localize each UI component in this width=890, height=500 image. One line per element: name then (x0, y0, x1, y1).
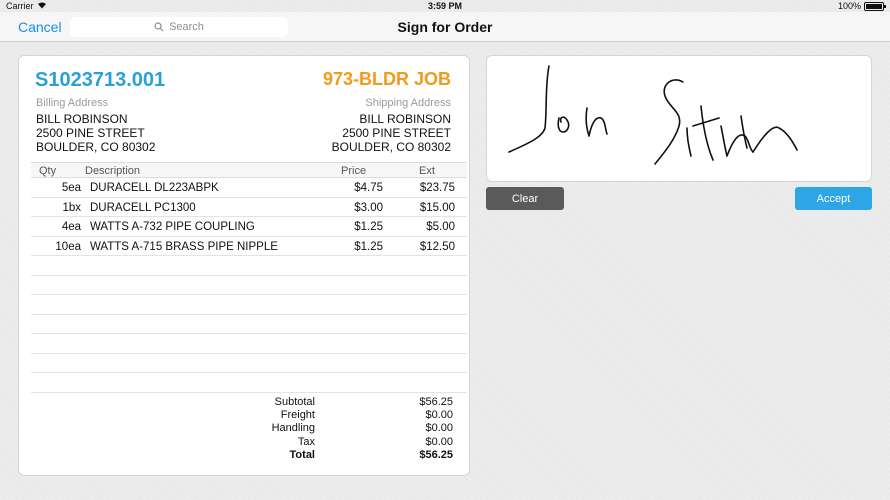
table-row-empty (31, 276, 467, 295)
table-row-empty (31, 295, 467, 315)
billing-name: BILL ROBINSON (36, 112, 128, 126)
billing-address: BILL ROBINSON 2500 PINE STREET BOULDER, … (36, 112, 155, 154)
accept-signature-button[interactable]: Accept (795, 187, 872, 210)
grand-total-line: Total $56.25 (19, 448, 469, 462)
shipping-city: BOULDER, CO 80302 (331, 140, 451, 154)
item-description: DURACELL DL223ABPK (90, 182, 219, 194)
freight-line: Freight $0.00 (19, 409, 469, 422)
freight-label: Freight (280, 409, 315, 422)
item-price: $1.25 (354, 221, 383, 233)
handling-value: $0.00 (425, 422, 453, 435)
item-price: $4.75 (354, 182, 383, 194)
table-row: 1bx DURACELL PC1300 $3.00 $15.00 (31, 198, 467, 217)
table-row-empty (31, 334, 467, 354)
item-qty: 4ea (61, 221, 81, 233)
items-table: 5ea DURACELL DL223ABPK $4.75 $23.75 1bx … (31, 178, 467, 393)
subtotal-label: Subtotal (274, 396, 315, 408)
table-row: 5ea DURACELL DL223ABPK $4.75 $23.75 (31, 178, 467, 198)
battery-indicator: 100% (837, 1, 886, 11)
table-row-empty (31, 315, 467, 334)
item-qty: 10ea (55, 240, 81, 253)
navigation-bar: Cancel Search Sign for Order (0, 12, 890, 42)
item-ext: $12.50 (419, 240, 455, 253)
shipping-name: BILL ROBINSON (359, 112, 451, 126)
grand-total-value: $56.25 (419, 448, 453, 461)
column-header-qty: Qty (39, 165, 57, 177)
item-price: $1.25 (354, 240, 383, 253)
shipping-address-label: Shipping Address (365, 97, 451, 109)
clear-signature-button[interactable]: Clear (486, 187, 564, 210)
handling-label: Handling (271, 422, 315, 435)
search-placeholder: Search (169, 21, 204, 33)
signature-pad[interactable] (486, 55, 872, 182)
item-description: WATTS A-732 PIPE COUPLING (90, 221, 255, 233)
item-description: WATTS A-715 BRASS PIPE NIPPLE (90, 240, 278, 253)
tax-value: $0.00 (425, 435, 453, 448)
tax-line: Tax $0.00 (19, 435, 469, 449)
status-time: 3:59 PM (427, 1, 462, 11)
subtotal-value: $56.25 (419, 396, 453, 408)
table-row-empty (31, 373, 467, 393)
signature-drawing (508, 65, 798, 165)
table-row: 4ea WATTS A-732 PIPE COUPLING $1.25 $5.0… (31, 217, 467, 237)
table-row-empty (31, 256, 467, 276)
column-header-price: Price (341, 165, 367, 177)
order-card: S1023713.001 973-BLDR JOB Billing Addres… (18, 55, 470, 476)
billing-city: BOULDER, CO 80302 (36, 140, 156, 154)
order-totals: Subtotal $56.25 Freight $0.00 Handling $… (19, 396, 469, 462)
status-bar: Carrier 3:59 PM 100% (0, 0, 890, 12)
search-field[interactable]: Search (70, 17, 288, 37)
shipping-street: 2500 PINE STREET (342, 126, 451, 140)
shipping-address: BILL ROBINSON 2500 PINE STREET BOULDER, … (332, 112, 451, 154)
billing-street: 2500 PINE STREET (36, 126, 145, 140)
subtotal-line: Subtotal $56.25 (19, 396, 469, 409)
billing-address-label: Billing Address (36, 97, 109, 109)
item-qty: 5ea (61, 182, 81, 194)
table-row: 10ea WATTS A-715 BRASS PIPE NIPPLE $1.25… (31, 237, 467, 256)
table-row-empty (31, 354, 467, 373)
battery-icon (864, 1, 886, 11)
item-price: $3.00 (354, 201, 383, 214)
job-name: 973-BLDR JOB (322, 69, 451, 89)
handling-line: Handling $0.00 (19, 422, 469, 435)
battery-fill (866, 3, 882, 9)
freight-value: $0.00 (425, 409, 453, 422)
order-number: S1023713.001 (35, 69, 166, 91)
tax-label: Tax (297, 435, 315, 448)
column-header-description: Description (85, 165, 141, 177)
item-qty: 1bx (62, 201, 81, 214)
items-table-header: Qty Description Price Ext (31, 162, 467, 178)
cancel-button[interactable]: Cancel (18, 19, 62, 35)
search-icon (154, 22, 164, 32)
item-ext: $5.00 (426, 221, 455, 233)
grand-total-label: Total (289, 448, 315, 461)
battery-percent: 100% (837, 1, 861, 11)
item-description: DURACELL PC1300 (90, 201, 196, 214)
item-ext: $15.00 (419, 201, 455, 214)
item-ext: $23.75 (419, 182, 455, 194)
column-header-ext: Ext (419, 165, 435, 177)
